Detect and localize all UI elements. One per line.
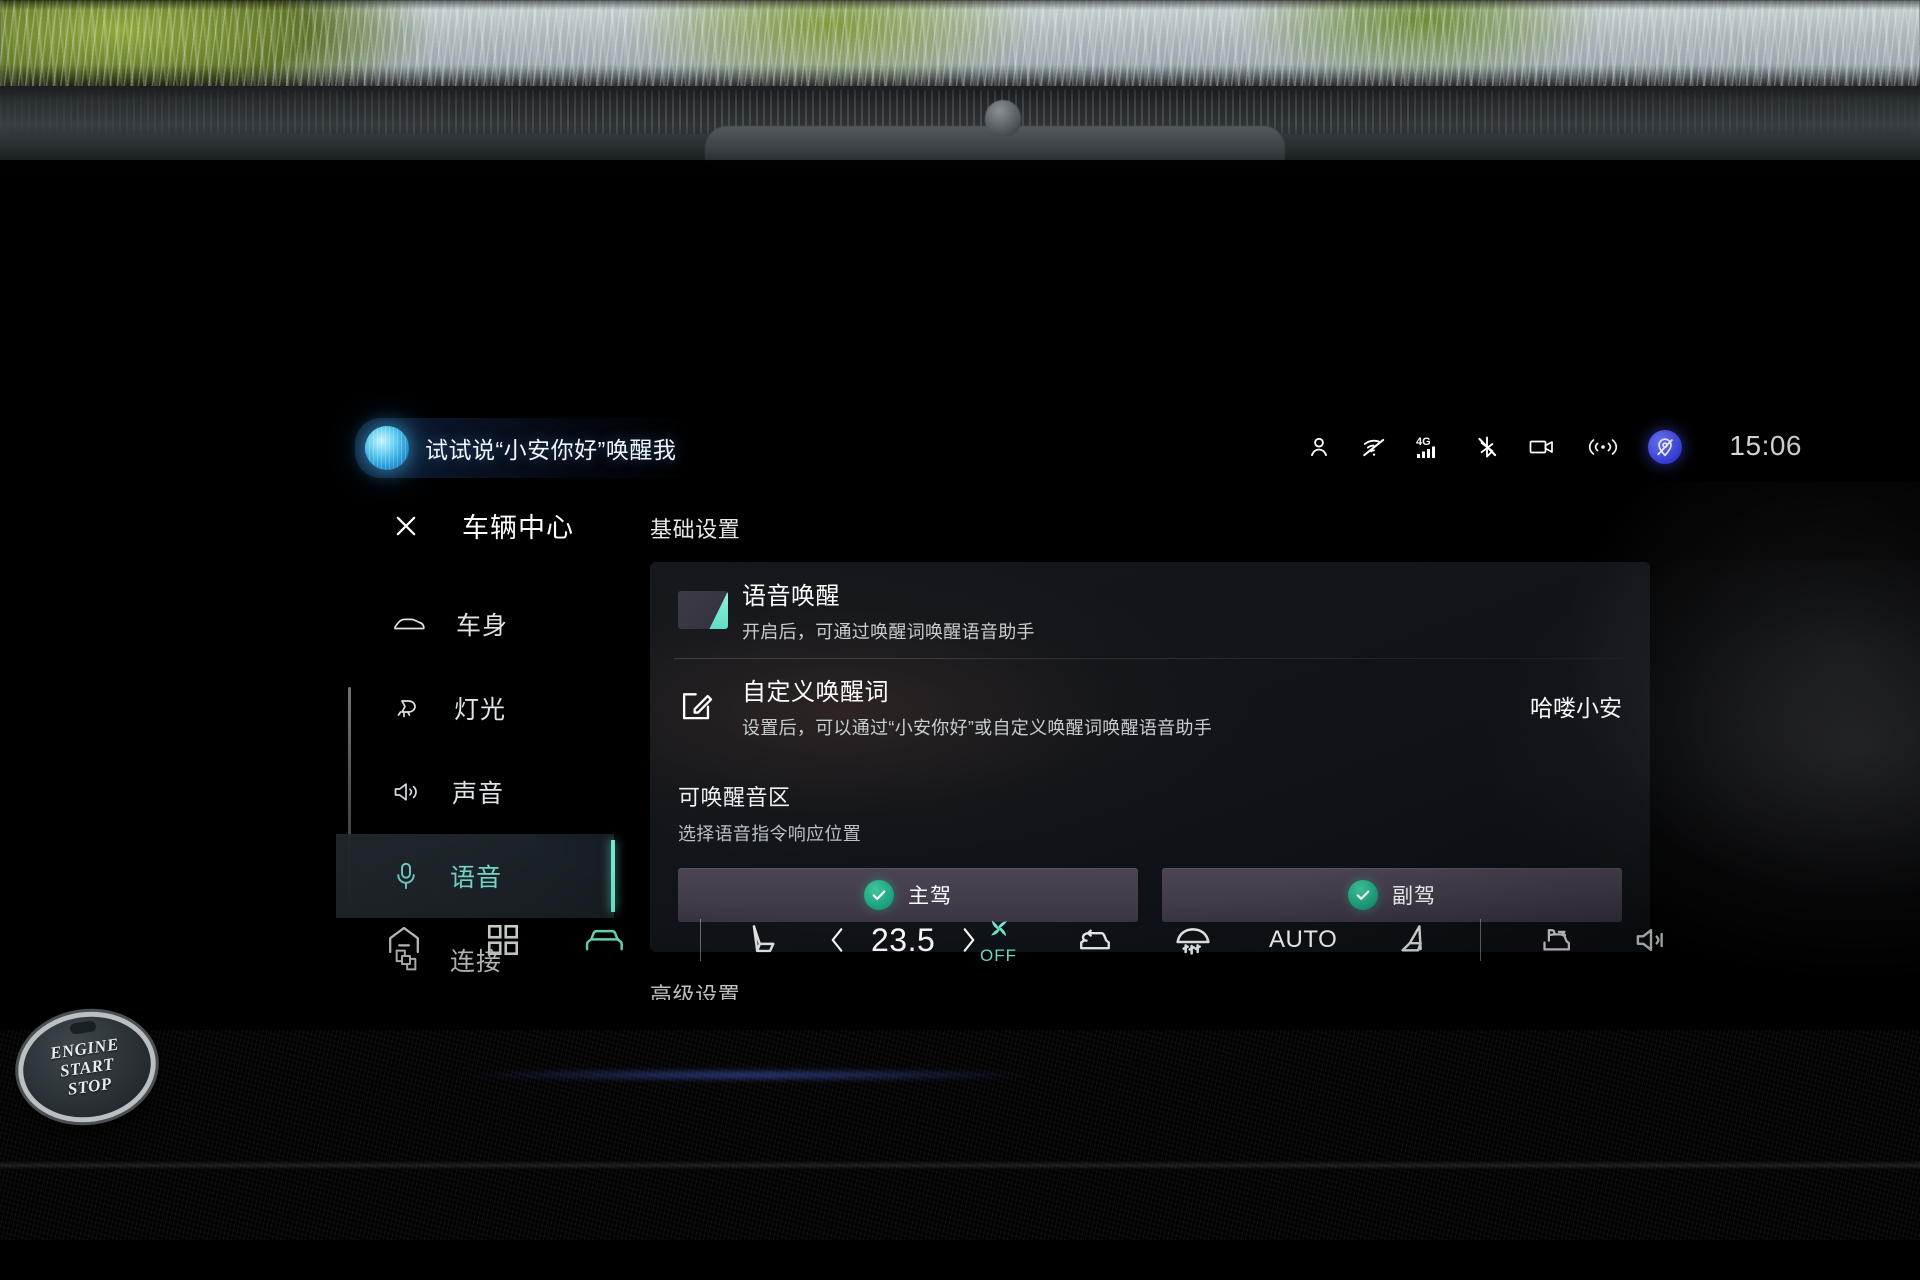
status-clock: 15:06 <box>1729 430 1802 461</box>
car-icon[interactable] <box>584 925 626 955</box>
close-icon[interactable] <box>392 512 420 540</box>
bluetooth-off-icon[interactable] <box>1474 434 1500 460</box>
edit-square-icon <box>678 687 742 725</box>
rain-sensor-nub <box>985 100 1021 136</box>
infotainment-screen: 试试说“小安你好”唤醒我 4G 15:06 车辆中心 车身 灯光 声音 语音 连… <box>0 182 1920 1000</box>
sidebar-item-label: 车身 <box>456 612 509 640</box>
home-icon[interactable] <box>386 924 422 956</box>
system-status-icons: 4G <box>1306 430 1682 464</box>
speaker-icon <box>392 779 422 805</box>
ambient-light-strip <box>470 1070 1030 1080</box>
dashboard-seam <box>0 1160 1920 1170</box>
row-title: 语音唤醒 <box>742 583 840 610</box>
car-body-icon <box>392 611 426 637</box>
sidebar-item-sound[interactable]: 声音 <box>336 750 614 834</box>
volume-icon[interactable] <box>1633 925 1669 955</box>
divider <box>700 919 701 961</box>
page-title: 车辆中心 <box>462 513 574 543</box>
basic-settings-heading: 基础设置 <box>650 517 741 542</box>
seat-heat-icon[interactable] <box>1393 922 1429 958</box>
wifi-off-icon[interactable] <box>1360 434 1388 460</box>
voice-wake-toggle-icon[interactable] <box>678 591 742 629</box>
temperature-stepper[interactable]: 23.5 <box>825 922 981 959</box>
voice-orb-icon <box>365 426 409 470</box>
rain-droplets <box>0 0 1920 92</box>
custom-wake-word-value: 哈喽小安 <box>1530 695 1622 721</box>
fan-speed-button[interactable]: OFF <box>980 914 1017 966</box>
status-bar <box>0 182 1920 268</box>
voice-wake-row[interactable]: 语音唤醒 开启后，可通过唤醒词唤醒语音助手 <box>678 562 1622 658</box>
apps-grid-icon[interactable] <box>486 923 520 957</box>
sidebar-item-label: 灯光 <box>454 696 507 724</box>
headlight-icon <box>392 694 424 722</box>
wake-zone-title: 可唤醒音区 <box>678 785 791 810</box>
cabin-scene: 试试说“小安你好”唤醒我 4G 15:06 车辆中心 车身 灯光 声音 语音 连… <box>0 0 1920 1280</box>
divider <box>1480 919 1481 961</box>
auto-climate-button[interactable]: AUTO <box>1269 926 1337 954</box>
svg-text:4G: 4G <box>1416 436 1431 448</box>
row-subtitle: 开启后，可通过唤醒词唤醒语音助手 <box>742 622 1035 642</box>
panel-header: 车辆中心 <box>392 506 574 545</box>
parking-camera-icon[interactable] <box>1537 925 1577 955</box>
chevron-left-icon[interactable] <box>825 925 849 955</box>
voice-assistant-banner[interactable]: 试试说“小安你好”唤醒我 <box>355 418 699 478</box>
temperature-value: 23.5 <box>871 921 936 958</box>
row-subtitle: 设置后，可以通过“小安你好”或自定义唤醒词唤醒语音助手 <box>742 718 1213 738</box>
sidebar-item-lights[interactable]: 灯光 <box>336 666 614 750</box>
custom-wake-word-row[interactable]: 自定义唤醒词 设置后，可以通过“小安你好”或自定义唤醒词唤醒语音助手 哈喽小安 <box>674 658 1626 754</box>
voice-assistant-hint: 试试说“小安你好”唤醒我 <box>425 437 677 463</box>
fan-status-label: OFF <box>980 946 1017 965</box>
dashboard-leather-texture <box>0 1030 1920 1240</box>
hotspot-icon[interactable] <box>1586 434 1620 460</box>
row-title: 自定义唤醒词 <box>742 679 889 706</box>
rear-defrost-icon[interactable] <box>1173 924 1213 956</box>
sidebar-item-label: 声音 <box>452 780 505 808</box>
chevron-right-icon[interactable] <box>957 925 981 955</box>
seat-adjust-icon[interactable] <box>745 922 781 958</box>
wake-zone-subtitle: 选择语音指令响应位置 <box>678 824 861 844</box>
sidebar-item-body[interactable]: 车身 <box>336 582 614 666</box>
account-icon[interactable] <box>1306 434 1332 460</box>
windshield-top-shade <box>0 0 1920 10</box>
location-off-icon[interactable] <box>1648 430 1682 464</box>
signal-4g-icon[interactable]: 4G <box>1416 433 1446 461</box>
dashcam-icon[interactable] <box>1528 434 1558 460</box>
air-recirculation-icon[interactable] <box>1073 925 1117 955</box>
bottom-control-bar: 23.5 OFF AUTO <box>0 880 1920 1000</box>
